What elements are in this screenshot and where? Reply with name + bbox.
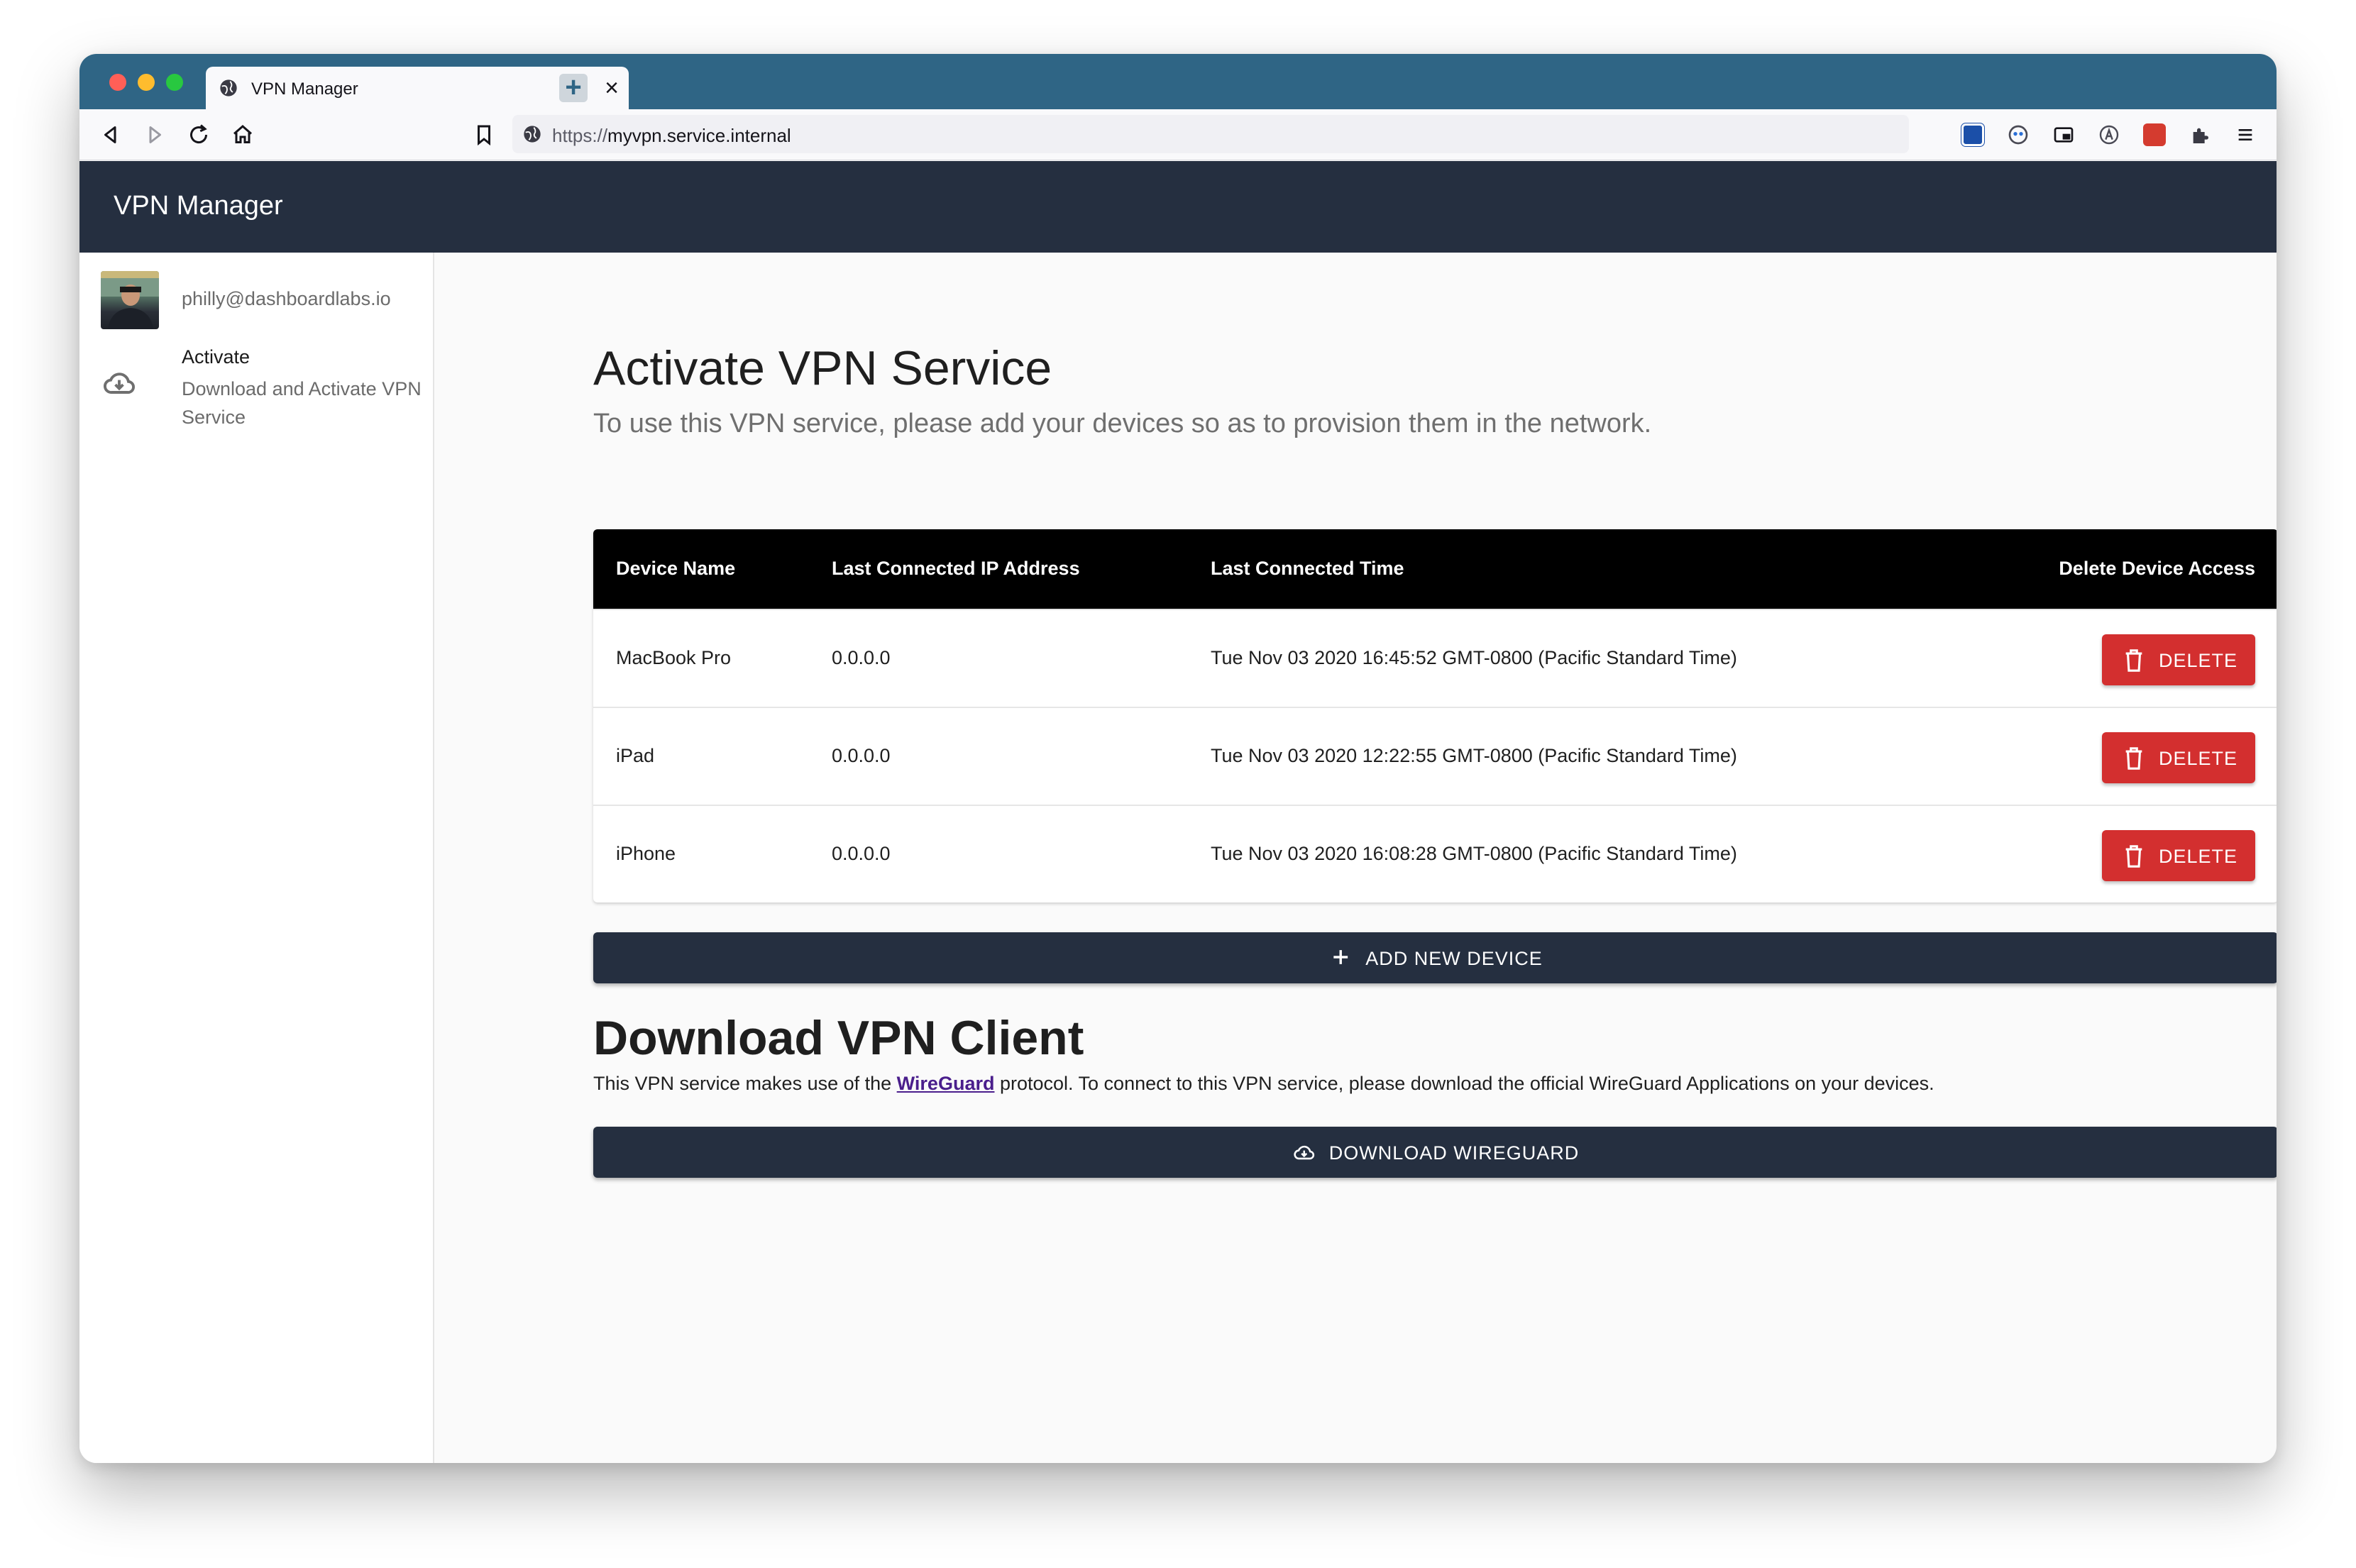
app-header: VPN Manager	[79, 161, 2277, 253]
download-description: This VPN service makes use of the WireGu…	[593, 1073, 1934, 1095]
cloud-download-icon	[1294, 1145, 1315, 1160]
tab-title: VPN Manager	[251, 79, 358, 99]
home-icon[interactable]	[230, 122, 255, 148]
table-row: MacBook Pro 0.0.0.0 Tue Nov 03 2020 16:4…	[593, 609, 2277, 707]
sidebar-item-label: Activate	[182, 346, 251, 368]
download-wireguard-label: DOWNLOAD WIREGUARD	[1328, 1142, 1580, 1164]
delete-device-button[interactable]: DELETE	[2102, 830, 2255, 881]
download-wireguard-button[interactable]: DOWNLOAD WIREGUARD	[593, 1127, 2277, 1178]
device-time: Tue Nov 03 2020 16:08:28 GMT-0800 (Pacif…	[1211, 843, 1737, 864]
reload-icon[interactable]	[186, 122, 211, 148]
device-ip: 0.0.0.0	[832, 647, 891, 668]
table-row: iPhone 0.0.0.0 Tue Nov 03 2020 16:08:28 …	[593, 805, 2277, 902]
user-email: philly@dashboardlabs.io	[182, 288, 391, 309]
download-heading: Download VPN Client	[593, 1011, 1084, 1065]
header-ip-address: Last Connected IP Address	[832, 558, 1080, 579]
plus-icon	[1333, 950, 1348, 964]
extensions-puzzle-icon[interactable]	[2189, 123, 2211, 146]
description-text-before: This VPN service makes use of the	[593, 1073, 897, 1094]
close-window-button[interactable]	[109, 74, 126, 91]
delete-label: DELETE	[2159, 748, 2238, 769]
add-new-device-button[interactable]: ADD NEW DEVICE	[593, 932, 2277, 983]
header-delete-access: Delete Device Access	[2059, 558, 2255, 579]
accessibility-extension-icon[interactable]	[2098, 123, 2120, 146]
sidebar-item-description: Download and Activate VPN Service	[182, 378, 422, 428]
new-tab-button[interactable]: +	[559, 73, 588, 102]
device-time: Tue Nov 03 2020 12:22:55 GMT-0800 (Pacif…	[1211, 745, 1737, 766]
header-device-name: Device Name	[616, 558, 736, 579]
header-connected-time: Last Connected Time	[1211, 558, 1404, 579]
devices-table: Device Name Last Connected IP Address La…	[593, 529, 2277, 902]
add-new-device-label: ADD NEW DEVICE	[1365, 948, 1543, 970]
device-name: MacBook Pro	[616, 647, 732, 668]
trash-icon	[2125, 845, 2142, 868]
delete-device-button[interactable]: DELETE	[2102, 732, 2255, 783]
delete-label: DELETE	[2159, 846, 2238, 867]
minimize-window-button[interactable]	[138, 74, 155, 91]
user-photo	[101, 271, 159, 329]
close-tab-icon[interactable]: ×	[605, 74, 619, 102]
wireguard-link[interactable]: WireGuard	[897, 1073, 995, 1094]
trash-icon	[2125, 649, 2142, 672]
avatar	[101, 271, 159, 329]
address-bar[interactable]: https://myvpn.service.internal	[512, 115, 1909, 153]
url-host: myvpn.service.internal	[607, 125, 791, 146]
page-subtitle: To use this VPN service, please add your…	[593, 409, 1652, 438]
navigation-bar: https://myvpn.service.internal	[79, 109, 2277, 160]
delete-device-button[interactable]: DELETE	[2102, 634, 2255, 685]
device-name: iPhone	[616, 843, 676, 864]
description-text-after: protocol. To connect to this VPN service…	[994, 1073, 1934, 1094]
forward-icon[interactable]	[142, 122, 167, 148]
picture-in-picture-icon[interactable]	[2052, 123, 2075, 146]
zoom-window-button[interactable]	[166, 74, 183, 91]
back-icon[interactable]	[98, 122, 123, 148]
site-info-icon[interactable]	[522, 124, 542, 144]
sidebar-item-activate[interactable]: Activate Download and Activate VPN Servi…	[79, 338, 433, 430]
menu-icon[interactable]	[2234, 123, 2257, 146]
main-content: Activate VPN Service To use this VPN ser…	[436, 253, 2277, 1463]
page-title: Activate VPN Service	[593, 341, 1052, 395]
trash-icon	[2125, 747, 2142, 770]
device-time: Tue Nov 03 2020 16:45:52 GMT-0800 (Pacif…	[1211, 647, 1737, 668]
tab-bar: VPN Manager × +	[79, 54, 2277, 109]
browser-window: VPN Manager × + https://myvpn.service.in	[79, 54, 2277, 1463]
url-text: https://myvpn.service.internal	[552, 125, 791, 147]
device-name: iPad	[616, 745, 655, 766]
delete-label: DELETE	[2159, 650, 2238, 671]
app-title: VPN Manager	[114, 191, 283, 221]
cloud-download-icon	[104, 372, 135, 394]
table-row: iPad 0.0.0.0 Tue Nov 03 2020 12:22:55 GM…	[593, 707, 2277, 805]
bookmark-icon[interactable]	[471, 122, 497, 148]
extension-mask-icon[interactable]	[2007, 123, 2030, 146]
extension-icon[interactable]	[1961, 123, 1984, 146]
red-extension-icon[interactable]	[2143, 123, 2166, 146]
table-header: Device Name Last Connected IP Address La…	[593, 529, 2277, 609]
device-ip: 0.0.0.0	[832, 745, 891, 766]
url-protocol: https://	[552, 125, 608, 146]
sidebar: philly@dashboardlabs.io Activate Downloa…	[79, 253, 434, 1463]
globe-icon	[220, 79, 237, 96]
device-ip: 0.0.0.0	[832, 843, 891, 864]
